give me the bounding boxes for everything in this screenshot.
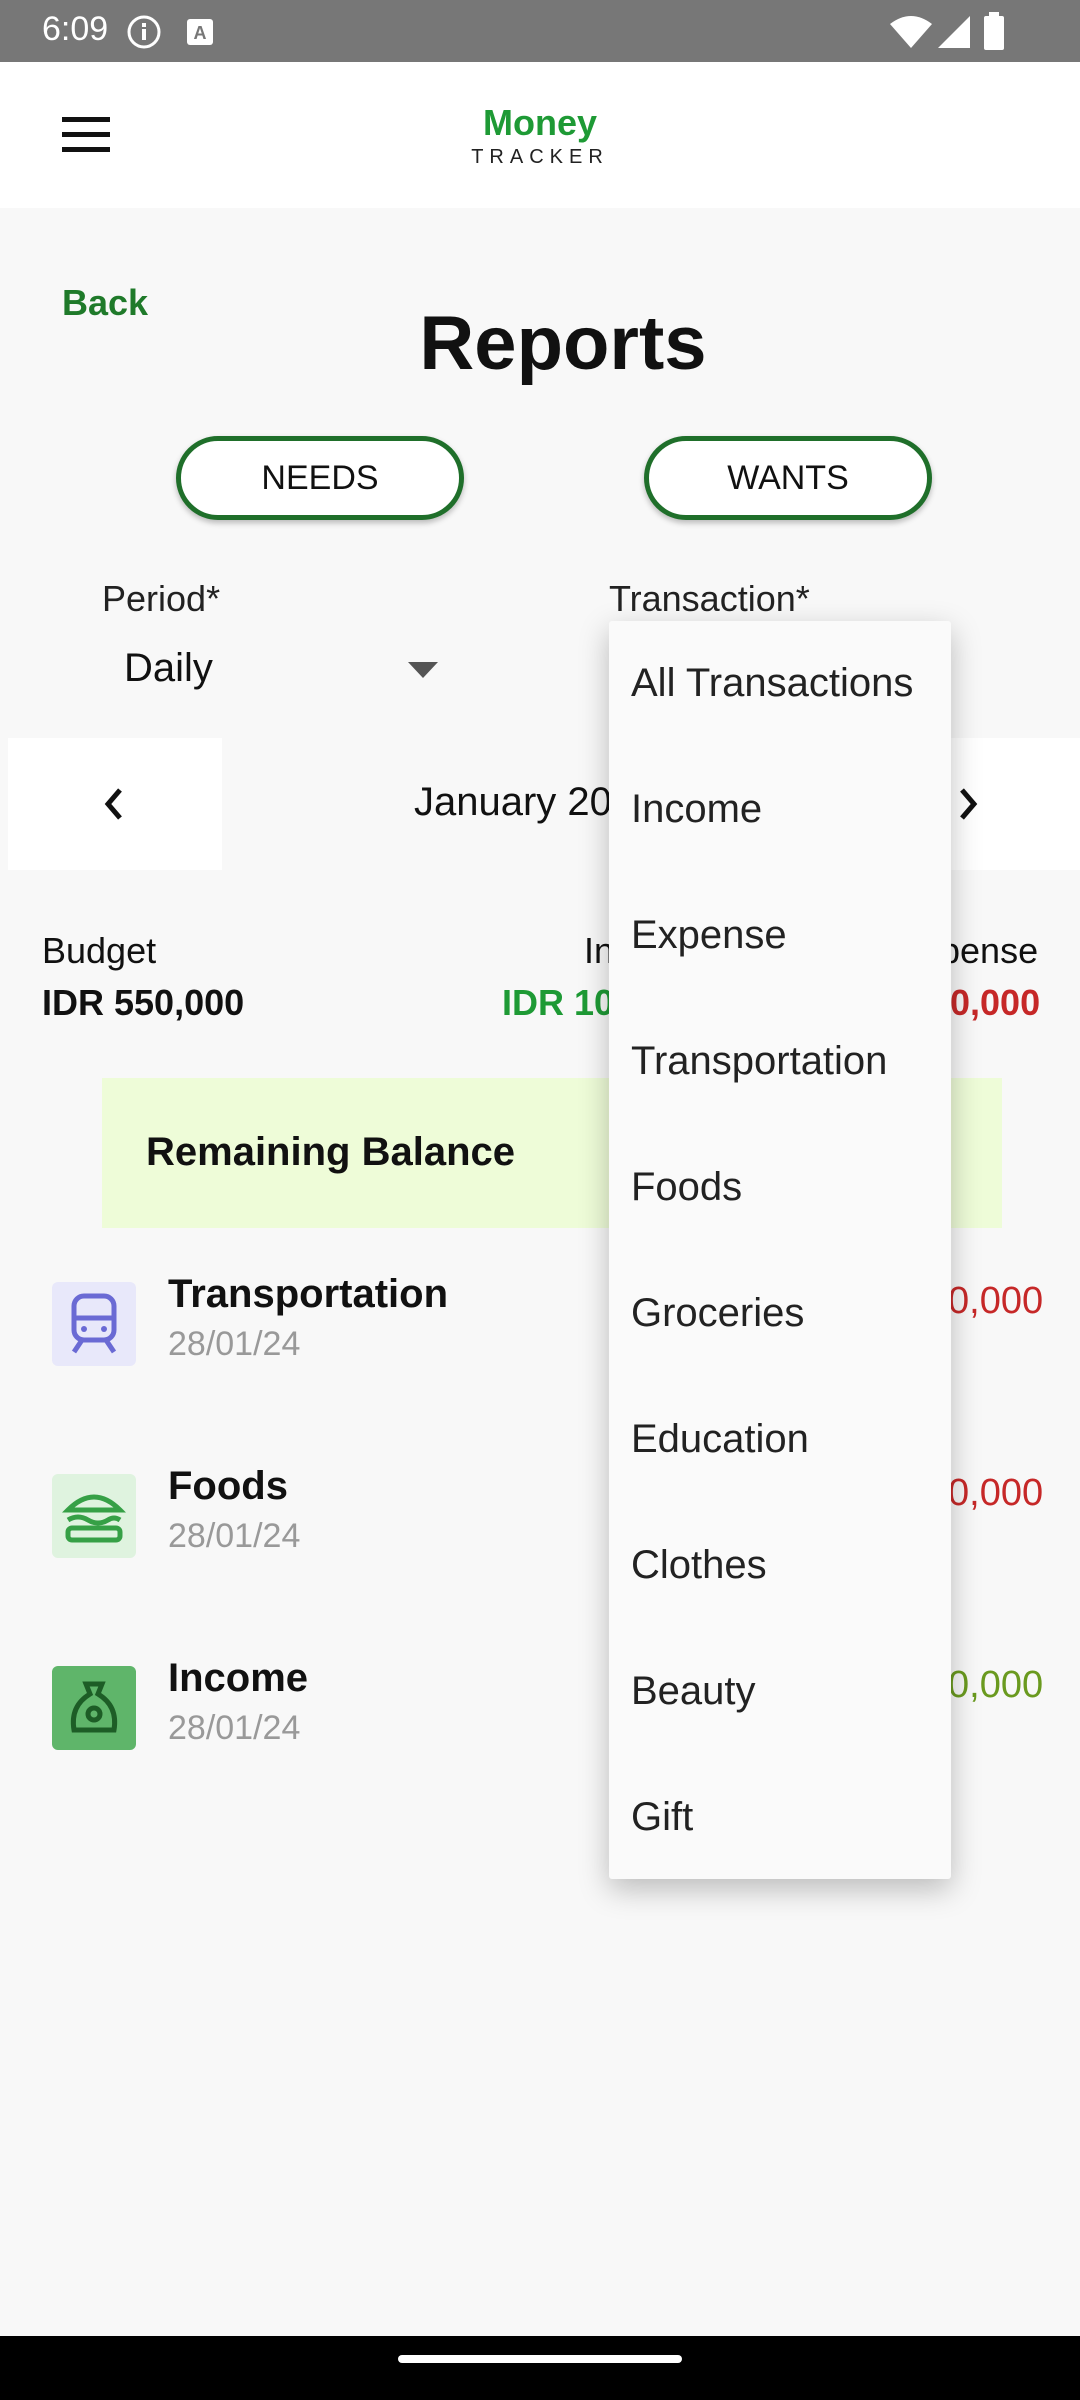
- chevron-left-icon: [104, 788, 122, 820]
- app-bar: Money TRACKER: [0, 62, 1080, 208]
- expense-value: 0,000: [950, 982, 1041, 1023]
- income-value: IDR 10: [502, 982, 615, 1023]
- svg-text:A: A: [194, 23, 207, 43]
- status-time: 6:09: [42, 10, 109, 48]
- wifi-icon: [890, 16, 932, 48]
- transaction-name: Transportation: [168, 1272, 449, 1316]
- period-label: Period*: [102, 578, 221, 619]
- needs-tab-button[interactable]: NEEDS: [176, 436, 464, 520]
- train-icon: [52, 1282, 136, 1366]
- wants-tab-button[interactable]: WANTS: [644, 436, 932, 520]
- dropdown-option-income[interactable]: Income: [631, 787, 762, 832]
- list-item[interactable]: Transportation 28/01/24: [168, 1272, 448, 1364]
- dropdown-arrow-icon: [408, 662, 438, 678]
- info-icon: [127, 15, 161, 49]
- dropdown-option-groceries[interactable]: Groceries: [631, 1291, 804, 1336]
- transaction-dropdown-menu: All Transactions Income Expense Transpor…: [609, 621, 951, 1879]
- transaction-date: 28/01/24: [168, 1517, 301, 1555]
- list-item[interactable]: Foods 28/01/24: [168, 1464, 300, 1556]
- budget-value: IDR 550,000: [42, 982, 245, 1023]
- transaction-icon: [52, 1282, 136, 1366]
- dropdown-option-transportation[interactable]: Transportation: [631, 1039, 887, 1084]
- expense-label: pense: [940, 930, 1039, 971]
- app-logo-subtitle: TRACKER: [471, 146, 609, 168]
- transaction-icon: [52, 1474, 136, 1558]
- keyboard-a-icon: A: [187, 19, 213, 45]
- date-label: January 20: [414, 780, 612, 824]
- transaction-amount: 0,000: [948, 1472, 1044, 1514]
- transaction-date: 28/01/24: [168, 1325, 301, 1363]
- status-bar: 6:09 A: [0, 0, 1080, 62]
- budget-label: Budget: [42, 930, 157, 971]
- burger-icon: [52, 1474, 136, 1558]
- home-handle[interactable]: [398, 2355, 682, 2363]
- dropdown-option-education[interactable]: Education: [631, 1417, 809, 1462]
- chevron-right-icon: [960, 788, 978, 820]
- system-nav-bar: [0, 2336, 1080, 2400]
- app-logo-title: Money: [482, 102, 597, 143]
- transaction-name: Foods: [168, 1464, 288, 1508]
- dropdown-option-clothes[interactable]: Clothes: [631, 1543, 767, 1588]
- battery-icon: [984, 12, 1004, 50]
- period-select[interactable]: Daily: [102, 636, 452, 706]
- dropdown-option-gift[interactable]: Gift: [631, 1795, 693, 1840]
- page-title: Reports: [419, 301, 707, 386]
- transaction-amount: 0,000: [948, 1280, 1044, 1322]
- transaction-name: Income: [168, 1656, 309, 1700]
- transaction-amount: 0,000: [948, 1664, 1044, 1706]
- period-value: Daily: [124, 646, 213, 690]
- transaction-label: Transaction*: [609, 578, 810, 619]
- dropdown-option-foods[interactable]: Foods: [631, 1165, 742, 1210]
- previous-date-button[interactable]: [8, 738, 222, 870]
- signal-icon: [938, 16, 970, 48]
- transaction-date: 28/01/24: [168, 1709, 301, 1747]
- remaining-balance-label: Remaining Balance: [146, 1130, 516, 1174]
- list-item[interactable]: Income 28/01/24: [168, 1656, 308, 1748]
- dropdown-option-all-transactions[interactable]: All Transactions: [631, 661, 913, 706]
- dropdown-option-beauty[interactable]: Beauty: [631, 1669, 756, 1714]
- dropdown-option-expense[interactable]: Expense: [631, 913, 787, 958]
- transaction-icon: [52, 1666, 136, 1750]
- money-bag-icon: [52, 1666, 136, 1750]
